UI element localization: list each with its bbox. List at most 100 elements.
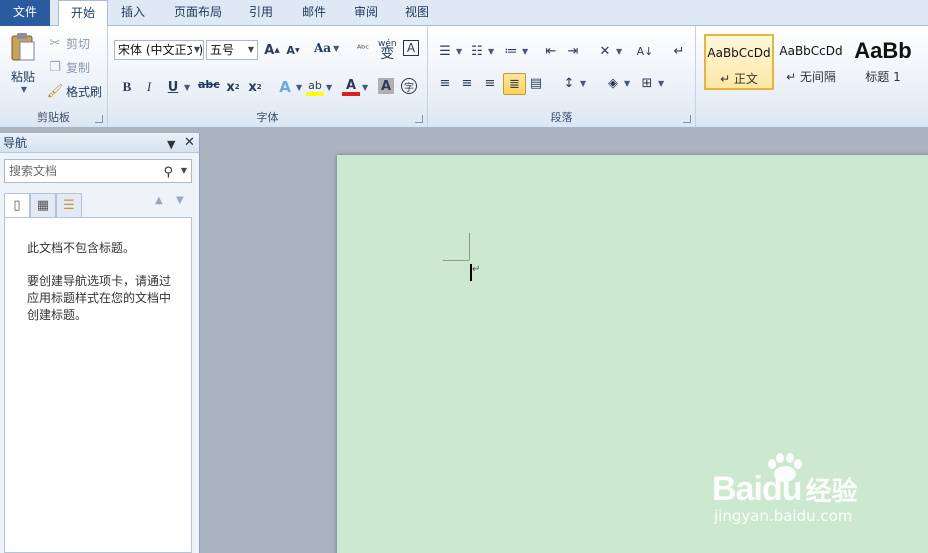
shading-dropdown-icon: ▼ [624, 78, 631, 88]
text-effects-dropdown-icon: ▼ [296, 82, 303, 92]
numbering-dropdown-icon: ▼ [488, 46, 495, 56]
tab-page-layout[interactable]: 页面布局 [174, 0, 222, 26]
phonetic-guide-button[interactable]: wén 变 [378, 39, 397, 62]
line-spacing-dropdown-icon: ▼ [580, 78, 587, 88]
font-name-combo[interactable]: 宋体 (中文正文) ▼ [114, 40, 204, 60]
sort-icon: A↓ [636, 44, 654, 58]
paragraph-launcher-icon[interactable] [683, 115, 691, 123]
tab-file[interactable]: 文件 [0, 0, 50, 26]
clipboard-launcher-icon[interactable] [95, 115, 103, 123]
tab-view[interactable]: 视图 [405, 0, 429, 26]
style-no-spacing[interactable]: AaBbCcDd ↵ 无间隔 [778, 34, 844, 90]
line-spacing-icon: ↕ [563, 75, 575, 91]
change-case-dropdown-icon: ▼ [333, 43, 340, 53]
clear-format-button[interactable]: ᴬᵇᶜ [354, 40, 372, 58]
char-border-button[interactable]: A [403, 40, 419, 56]
italic-button[interactable]: I [140, 78, 158, 96]
cut-label: 剪切 [66, 36, 91, 51]
clear-format-icon: ᴬᵇᶜ [356, 43, 370, 55]
shrink-font-button[interactable]: A ▼ [284, 41, 302, 59]
font-launcher-icon[interactable] [415, 115, 423, 123]
subscript-button[interactable]: x2 [224, 78, 242, 96]
numbering-icon: ☷ [471, 43, 483, 59]
style-normal[interactable]: AaBbCcDd ↵ 正文 [704, 34, 774, 90]
increase-indent-icon: ⇥ [567, 43, 579, 59]
previous-arrow-icon[interactable]: ▲ [155, 195, 163, 206]
underline-button[interactable]: U ▼ [164, 78, 190, 96]
format-painter-button[interactable]: 🖌 格式刷 [46, 82, 102, 100]
highlight-dropdown-icon: ▼ [326, 82, 333, 92]
paste-dropdown-icon[interactable]: ▼ [21, 85, 27, 94]
text-effects-button[interactable]: A ▼ [276, 78, 302, 96]
font-size-value: 五号 [210, 43, 235, 57]
borders-button[interactable]: ⊞ ▼ [638, 74, 665, 92]
paste-button[interactable]: 粘贴 ▼ [6, 32, 40, 100]
distributed-button[interactable]: ▤ [527, 74, 545, 92]
tab-browse-headings[interactable]: ▯ [4, 193, 30, 217]
style-no-spacing-name: ↵ 无间隔 [786, 70, 836, 84]
navigation-header: 导航 ▼ ✕ [0, 133, 199, 153]
font-size-combo[interactable]: 五号 ▼ [206, 40, 258, 60]
change-case-label: Aa [314, 41, 332, 55]
superscript-button[interactable]: x2 [246, 78, 264, 96]
tab-mailings[interactable]: 邮件 [302, 0, 326, 26]
multilevel-list-button[interactable]: ≔ ▼ [502, 42, 529, 60]
align-right-button[interactable]: ≡ [481, 74, 499, 92]
style-heading-1[interactable]: AaBb 标题 1 [848, 34, 918, 90]
tab-references[interactable]: 引用 [249, 0, 273, 26]
copy-button[interactable]: ❐ 复制 [46, 58, 90, 76]
pane-menu-icon[interactable]: ▼ [167, 135, 175, 155]
font-color-button[interactable]: A ▼ [342, 78, 368, 96]
tab-review[interactable]: 审阅 [354, 0, 378, 26]
tab-insert[interactable]: 插入 [121, 0, 145, 26]
close-icon[interactable]: ✕ [184, 133, 195, 153]
show-marks-button[interactable]: ↵ [670, 42, 688, 60]
bullets-dropdown-icon: ▼ [456, 46, 463, 56]
decrease-indent-button[interactable]: ⇤ [542, 42, 560, 60]
strikethrough-button[interactable]: abc [198, 78, 220, 91]
underline-label: U [167, 79, 179, 95]
phonetic-guide-char: 变 [380, 46, 395, 62]
font-group-label: 字体 [256, 111, 279, 124]
search-placeholder: 搜索文档 [9, 164, 58, 178]
line-spacing-button[interactable]: ↕ ▼ [560, 74, 587, 92]
watermark-logo-bai: Bai [712, 470, 763, 508]
search-dropdown-icon[interactable]: ▼ [181, 160, 187, 182]
watermark-logo-jingyan: 经验 [805, 477, 858, 507]
clipboard-group: 粘贴 ▼ ✂ 剪切 ❐ 复制 🖌 格式刷 剪贴板 [0, 26, 108, 127]
grow-font-button[interactable]: A ▲ [263, 41, 281, 59]
tab-home[interactable]: 开始 [58, 0, 109, 27]
multilevel-list-dropdown-icon: ▼ [522, 46, 529, 56]
brush-icon: 🖌 [46, 83, 64, 99]
search-input[interactable]: 搜索文档 ⚲ ▼ [4, 159, 192, 183]
justify-button[interactable]: ≣ [503, 73, 526, 95]
font-group: 宋体 (中文正文) ▼ 五号 ▼ A ▲ A ▼ Aa ▼ ᴬᵇᶜ wén 变 A … [108, 26, 428, 127]
highlight-button[interactable]: ab ▼ [306, 78, 332, 96]
bold-button[interactable]: B [118, 78, 136, 96]
char-shading-button[interactable]: A [378, 78, 394, 94]
tab-browse-pages[interactable]: ▦ [30, 193, 56, 217]
sort-button[interactable]: A↓ [636, 42, 654, 60]
chinese-layout-button[interactable]: ✕ ▼ [596, 42, 623, 60]
align-center-button[interactable]: ≡ [458, 74, 476, 92]
scissors-icon: ✂ [49, 35, 61, 51]
paragraph-mark-icon: ↵ [472, 264, 481, 275]
increase-indent-button[interactable]: ⇥ [564, 42, 582, 60]
align-left-button[interactable]: ≡ [436, 74, 454, 92]
tab-browse-results[interactable]: ☰ [56, 193, 82, 217]
font-name-dropdown-icon: ▼ [191, 41, 200, 59]
change-case-button[interactable]: Aa ▼ [314, 41, 339, 55]
numbering-button[interactable]: ☷ ▼ [468, 42, 494, 60]
multilevel-list-icon: ≔ [504, 43, 518, 59]
ribbon: 粘贴 ▼ ✂ 剪切 ❐ 复制 🖌 格式刷 剪贴板 宋体 (中文正文) ▼ 五号 … [0, 26, 928, 128]
search-icon[interactable]: ⚲ [163, 162, 173, 184]
align-right-icon: ≡ [484, 75, 496, 91]
no-headings-message: 此文档不包含标题。 [27, 241, 136, 255]
bullets-button[interactable]: ☰ ▼ [436, 42, 462, 60]
navigation-title: 导航 [3, 136, 28, 150]
enclose-char-button[interactable]: 字 [401, 78, 417, 94]
shading-button[interactable]: ◈ ▼ [604, 74, 630, 92]
next-arrow-icon[interactable]: ▼ [176, 195, 184, 206]
borders-icon: ⊞ [641, 75, 653, 91]
cut-button[interactable]: ✂ 剪切 [46, 34, 90, 52]
